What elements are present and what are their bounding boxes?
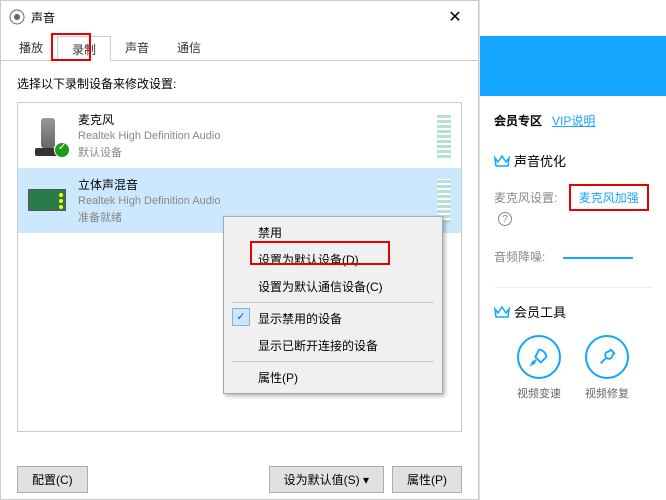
menu-show-disconnected[interactable]: 显示已断开连接的设备 [226, 332, 440, 359]
crown-icon [494, 305, 510, 319]
noise-reduce-label: 音频降噪: [494, 250, 545, 264]
menu-separator [232, 302, 434, 303]
tool-icons: 视频变速 视频修复 [494, 335, 652, 401]
divider [494, 287, 652, 288]
section-label: 声音优化 [514, 151, 566, 170]
menu-separator [232, 361, 434, 362]
sound-opt-title: 声音优化 [494, 151, 652, 170]
device-info: 麦克风 Realtek High Definition Audio 默认设备 [78, 111, 437, 160]
device-desc: Realtek High Definition Audio [78, 130, 437, 142]
sound-dialog: 声音 ✕ 播放 录制 声音 通信 选择以下录制设备来修改设置: 麦克风 Real… [0, 0, 479, 500]
default-check-icon [54, 142, 70, 158]
side-content: 会员专区 VIP说明 声音优化 麦克风设置: 麦克风加强 ? 音频降噪: 会员工… [480, 96, 666, 417]
help-icon[interactable]: ? [498, 212, 512, 226]
device-name: 立体声混音 [78, 176, 437, 193]
microphone-icon [28, 116, 68, 156]
check-icon: ✓ [232, 308, 250, 326]
rocket-icon [517, 335, 561, 379]
context-menu: 禁用 设置为默认设备(D) 设置为默认通信设备(C) ✓ 显示禁用的设备 显示已… [223, 216, 443, 394]
tool-label: 视频变速 [517, 385, 561, 401]
tab-communications[interactable]: 通信 [163, 35, 215, 60]
vip-section-row: 会员专区 VIP说明 [494, 112, 652, 129]
set-default-button[interactable]: 设为默认值(S) ▾ [269, 466, 384, 493]
menu-properties[interactable]: 属性(P) [226, 364, 440, 391]
tool-label: 视频修复 [585, 385, 629, 401]
tab-bar: 播放 录制 声音 通信 [1, 33, 478, 61]
tab-recording[interactable]: 录制 [57, 36, 111, 61]
bottom-buttons: 配置(C) 设为默认值(S) ▾ 属性(P) [1, 460, 478, 499]
device-status: 默认设备 [78, 144, 437, 160]
device-item-mic[interactable]: 麦克风 Realtek High Definition Audio 默认设备 [18, 103, 461, 168]
noise-reduce-row: 音频降噪: [494, 248, 652, 265]
soundcard-icon [28, 181, 68, 221]
tool-speed[interactable]: 视频变速 [517, 335, 561, 401]
mic-setting-row: 麦克风设置: 麦克风加强 ? [494, 184, 652, 226]
menu-disable[interactable]: 禁用 [226, 219, 440, 246]
menu-label: 显示禁用的设备 [258, 312, 342, 326]
title-bar: 声音 ✕ [1, 1, 478, 33]
configure-button[interactable]: 配置(C) [17, 466, 88, 493]
properties-button[interactable]: 属性(P) [392, 466, 462, 493]
level-meter [437, 114, 451, 158]
tool-repair[interactable]: 视频修复 [585, 335, 629, 401]
vip-tools-title: 会员工具 [494, 302, 652, 321]
wrench-icon [585, 335, 629, 379]
close-button[interactable]: ✕ [440, 7, 470, 27]
instruction-text: 选择以下录制设备来修改设置: [17, 75, 462, 92]
tab-sounds[interactable]: 声音 [111, 35, 163, 60]
mic-setting-label: 麦克风设置: [494, 191, 557, 205]
tab-playback[interactable]: 播放 [5, 35, 57, 60]
menu-set-default-comm[interactable]: 设置为默认通信设备(C) [226, 273, 440, 300]
side-banner [480, 36, 666, 96]
vip-link[interactable]: VIP说明 [552, 114, 595, 128]
device-name: 麦克风 [78, 111, 437, 128]
side-panel: 会员专区 VIP说明 声音优化 麦克风设置: 麦克风加强 ? 音频降噪: 会员工… [479, 0, 666, 500]
sound-icon [9, 9, 25, 25]
crown-icon [494, 154, 510, 168]
vip-section-label: 会员专区 [494, 114, 542, 128]
menu-set-default[interactable]: 设置为默认设备(D) [226, 246, 440, 273]
section-label: 会员工具 [514, 302, 566, 321]
device-desc: Realtek High Definition Audio [78, 195, 437, 207]
window-title: 声音 [31, 9, 440, 26]
menu-show-disabled[interactable]: ✓ 显示禁用的设备 [226, 305, 440, 332]
noise-slider[interactable] [563, 257, 633, 259]
mic-boost-link[interactable]: 麦克风加强 [569, 184, 649, 211]
